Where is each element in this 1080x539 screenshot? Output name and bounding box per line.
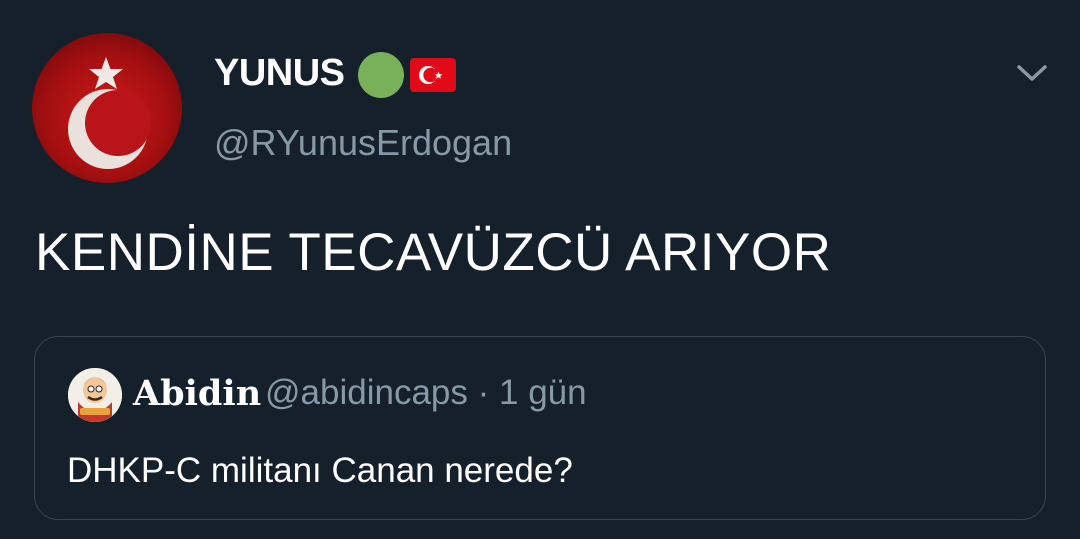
turkey-flag-icon xyxy=(410,58,456,92)
quoted-tweet-card[interactable]: Abidin @abidincaps · 1 gün DHKP-C milita… xyxy=(34,336,1046,520)
quoted-tweet-text: DHKP-C militanı Canan nerede? xyxy=(67,451,573,490)
quoted-tweet-time[interactable]: 1 gün xyxy=(499,373,587,412)
display-name[interactable]: YUNUS xyxy=(214,52,345,95)
tweet-text: KENDİNE TECAVÜZCÜ ARIYOR xyxy=(35,223,832,282)
cartoon-character-graphic xyxy=(68,368,122,422)
chevron-down-icon[interactable] xyxy=(1014,58,1050,88)
quoted-author-name[interactable]: Abidin xyxy=(133,373,261,414)
turkish-flag-avatar[interactable] xyxy=(32,33,182,183)
green-circle-icon xyxy=(358,52,404,98)
turkish-flag-avatar-graphic xyxy=(68,57,151,169)
cartoon-character-avatar[interactable] xyxy=(68,368,122,422)
tweet: YUNUS @RYunusErdogan KENDİNE TECAVÜZCÜ A… xyxy=(0,0,1080,539)
quoted-author-handle[interactable]: @abidincaps xyxy=(265,373,468,412)
meta-separator: · xyxy=(477,373,490,412)
user-handle[interactable]: @RYunusErdogan xyxy=(214,122,512,164)
quoted-tweet-meta: @abidincaps · 1 gün xyxy=(265,373,587,413)
